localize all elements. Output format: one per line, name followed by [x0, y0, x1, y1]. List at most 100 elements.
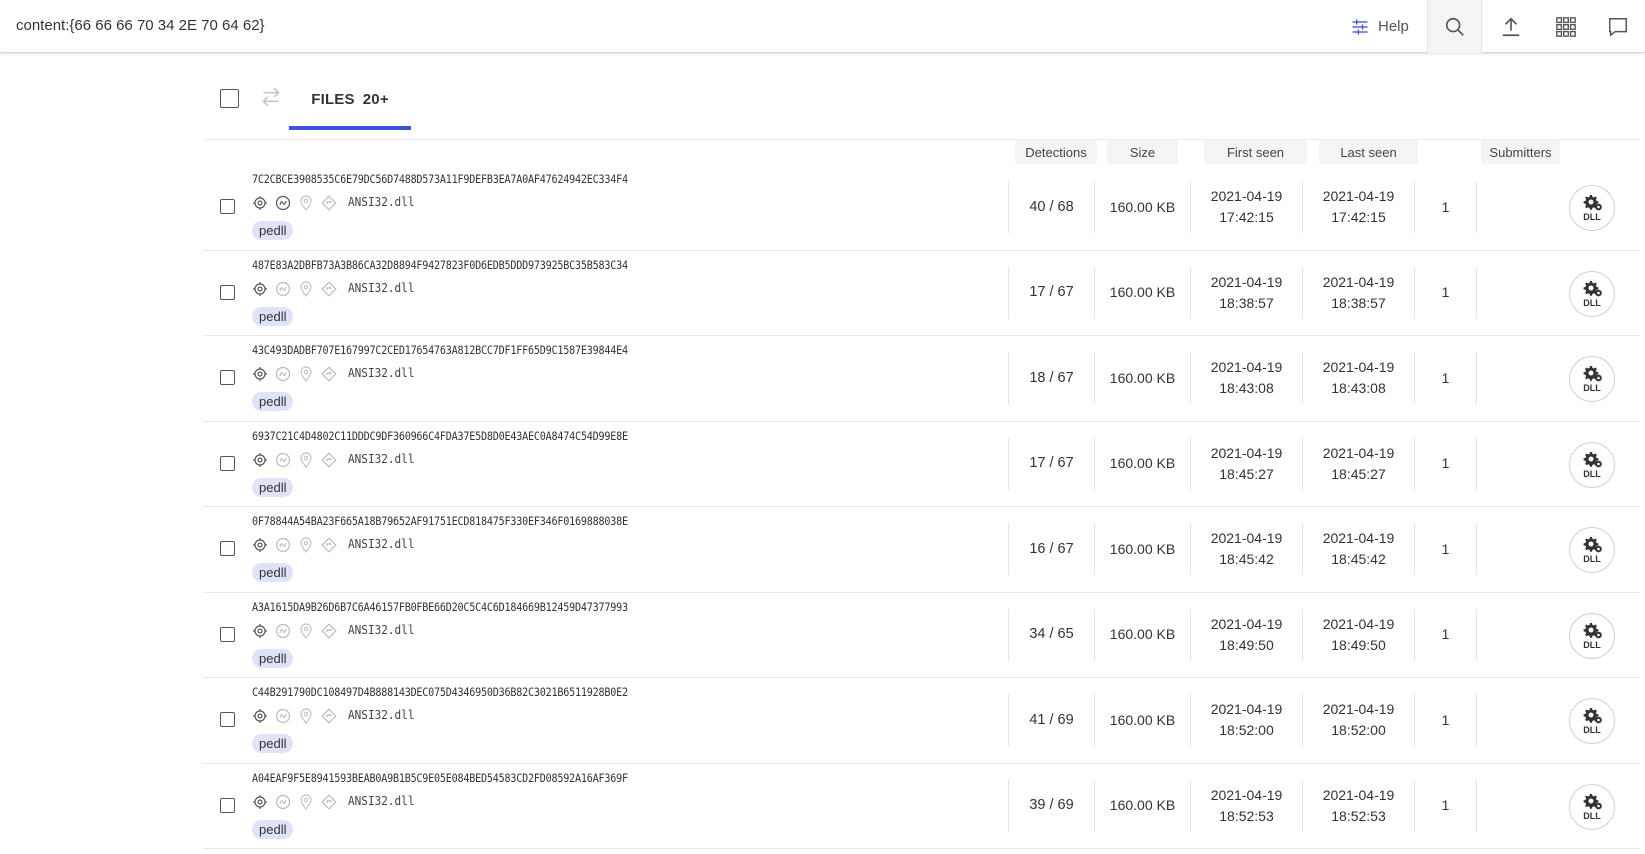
file-name[interactable]: ANSI32.dll [348, 708, 414, 722]
detections-cell[interactable]: 18 / 67 [1008, 352, 1094, 404]
first-seen-time: 18:45:42 [1219, 551, 1274, 567]
file-row[interactable]: 487E83A2DBFB73A3B86CA32D8894F9427823F0D6… [203, 251, 1640, 336]
gears-icon [1583, 793, 1602, 809]
file-hash[interactable]: C44B291790DC108497D4B888143DEC075D434695… [252, 685, 628, 699]
row-checkbox[interactable] [220, 626, 235, 642]
search-icon [1445, 17, 1464, 36]
apps-grid-button[interactable] [1538, 0, 1593, 53]
route-icon [321, 451, 337, 468]
column-divider [1476, 181, 1477, 233]
detections-cell[interactable]: 16 / 67 [1008, 523, 1094, 575]
first-seen-date: 2021-04-19 [1210, 530, 1283, 546]
file-row[interactable]: 7C2CBCE3908535C6E79DC56D7488D573A11F9DEF… [203, 165, 1640, 251]
row-checkbox[interactable] [220, 199, 235, 214]
size-cell: 160.00 KB [1094, 608, 1190, 661]
tab-files[interactable]: FILES 20+ [289, 72, 411, 130]
upload-button[interactable] [1483, 0, 1538, 53]
column-header-first-seen[interactable]: First seen [1204, 140, 1307, 164]
file-tag[interactable]: pedll [252, 734, 294, 753]
file-type-badge[interactable]: DLL [1569, 270, 1615, 317]
file-hash[interactable]: 7C2CBCE3908535C6E79DC56D7488D573A11F9DEF… [252, 172, 628, 186]
first-seen-time: 18:49:50 [1219, 636, 1274, 653]
last-seen-cell: 2021-04-19 18:43:08 [1302, 352, 1414, 404]
file-type-badge[interactable]: DLL [1569, 441, 1615, 488]
file-type-badge[interactable]: DLL [1569, 698, 1615, 744]
file-type-badge[interactable]: DLL [1569, 783, 1615, 830]
last-seen-date: 2021-04-19 [1322, 188, 1395, 204]
file-hash[interactable]: 0F78844A54BA23F665A18B79652AF91751ECD818… [252, 514, 628, 528]
submitters-cell: 1 [1414, 694, 1476, 746]
column-header-last-seen[interactable]: Last seen [1319, 140, 1418, 164]
select-all-checkbox[interactable] [220, 89, 239, 108]
detections-cell[interactable]: 40 / 68 [1008, 181, 1094, 233]
signature-icon [275, 794, 291, 809]
file-type-label: DLL [1583, 725, 1601, 735]
file-type-badge[interactable]: DLL [1569, 527, 1615, 573]
help-button[interactable]: Help [1350, 0, 1409, 53]
row-checkbox[interactable] [220, 541, 235, 556]
first-seen-date: 2021-04-19 [1210, 359, 1283, 375]
tab-files-count: 20+ [362, 90, 389, 108]
file-row[interactable]: A04EAF9F5E8941593BEAB0A9B1B5C9E05E084BED… [203, 764, 1640, 849]
detections-cell[interactable]: 39 / 69 [1008, 779, 1094, 832]
upload-icon [1502, 17, 1519, 36]
file-type-badge[interactable]: DLL [1569, 185, 1615, 231]
file-row[interactable]: A3A1615DA9B26D6B7C6A46157FB0FBE66D20C5C4… [203, 593, 1640, 678]
file-hash[interactable]: 43C493DADBF707E167997C2CED17654763A812BC… [252, 343, 628, 357]
detections-cell[interactable]: 17 / 67 [1008, 266, 1094, 319]
gears-icon [1583, 708, 1602, 724]
search-query-text[interactable]: content:{66 66 66 70 34 2E 70 64 62} [16, 17, 265, 34]
row-checkbox[interactable] [220, 455, 235, 471]
file-row[interactable]: 43C493DADBF707E167997C2CED17654763A812BC… [203, 336, 1640, 422]
last-seen-time: 18:45:27 [1331, 465, 1386, 482]
chat-button[interactable] [1590, 0, 1645, 53]
file-tag[interactable]: pedll [252, 221, 294, 240]
file-type-badge[interactable]: DLL [1569, 356, 1615, 402]
gears-icon [1583, 622, 1602, 638]
row-checkbox[interactable] [220, 712, 235, 727]
file-row[interactable]: 0F78844A54BA23F665A18B79652AF91751ECD818… [203, 507, 1640, 593]
help-label: Help [1378, 18, 1409, 35]
file-name[interactable]: ANSI32.dll [348, 281, 414, 295]
row-checkbox[interactable] [220, 797, 235, 813]
file-name[interactable]: ANSI32.dll [348, 623, 414, 637]
file-row[interactable]: C44B291790DC108497D4B888143DEC075D434695… [203, 678, 1640, 764]
last-seen-cell: 2021-04-19 18:49:50 [1302, 608, 1414, 661]
file-hash[interactable]: 6937C21C4D4802C11DDDC9DF360966C4FDA37E5D… [252, 429, 628, 443]
detections-cell[interactable]: 34 / 65 [1008, 608, 1094, 661]
file-hash[interactable]: 487E83A2DBFB73A3B86CA32D8894F9427823F0D6… [252, 258, 628, 272]
file-tag[interactable]: pedll [252, 563, 294, 582]
file-tag[interactable]: pedll [252, 306, 294, 326]
file-name[interactable]: ANSI32.dll [348, 195, 414, 209]
column-header-size[interactable]: Size [1107, 140, 1178, 164]
route-icon [321, 280, 337, 297]
file-hash[interactable]: A04EAF9F5E8941593BEAB0A9B1B5C9E05E084BED… [252, 771, 628, 785]
location-icon [300, 708, 312, 724]
file-row[interactable]: 6937C21C4D4802C11DDDC9DF360966C4FDA37E5D… [203, 422, 1640, 507]
column-header-submitters[interactable]: Submitters [1481, 140, 1560, 164]
file-tag[interactable]: pedll [252, 392, 294, 411]
last-seen-date: 2021-04-19 [1322, 530, 1395, 546]
last-seen-time: 18:49:50 [1331, 636, 1386, 653]
file-tag[interactable]: pedll [252, 648, 294, 668]
search-button[interactable] [1427, 0, 1482, 53]
row-checkbox[interactable] [220, 284, 235, 300]
signature-icon [275, 708, 291, 724]
first-seen-cell: 2021-04-19 17:42:15 [1190, 181, 1302, 233]
file-name[interactable]: ANSI32.dll [348, 794, 414, 808]
file-hash[interactable]: A3A1615DA9B26D6B7C6A46157FB0FBE66D20C5C4… [252, 600, 628, 614]
file-name[interactable]: ANSI32.dll [348, 452, 414, 466]
swap-icon[interactable] [258, 84, 284, 110]
file-tag[interactable]: pedll [252, 819, 294, 839]
detections-cell[interactable]: 41 / 69 [1008, 694, 1094, 746]
file-type-label: DLL [1583, 383, 1601, 393]
column-header-detections[interactable]: Detections [1015, 140, 1097, 164]
submitters-cell: 1 [1414, 352, 1476, 404]
file-type-badge[interactable]: DLL [1569, 612, 1615, 659]
column-divider [1476, 608, 1477, 661]
row-checkbox[interactable] [220, 370, 235, 385]
detections-cell[interactable]: 17 / 67 [1008, 437, 1094, 490]
file-name[interactable]: ANSI32.dll [348, 537, 414, 551]
file-name[interactable]: ANSI32.dll [348, 366, 414, 380]
file-tag[interactable]: pedll [252, 477, 294, 497]
